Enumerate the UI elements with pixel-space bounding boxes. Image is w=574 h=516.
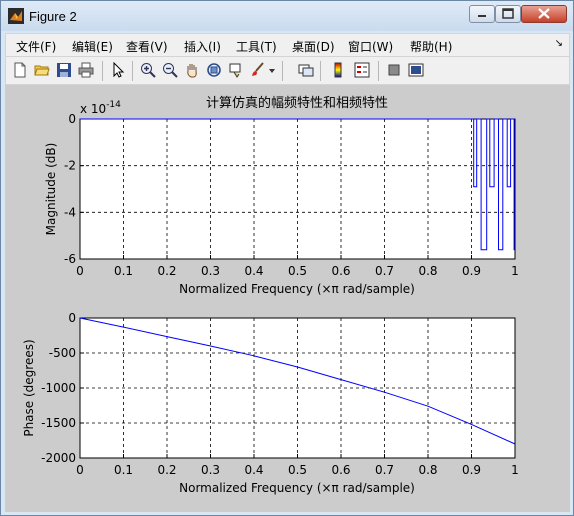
y-exponent-power: -14	[106, 100, 121, 110]
x-tick-label: 1	[511, 463, 519, 477]
x-tick-label: 0.4	[244, 264, 263, 278]
figure-canvas: 0 0.1 0.2 0.3 0.4 0.5 0.6 0.7 0.8 0.9 1 0 -2 -4 -6 计算仿…	[5, 85, 570, 512]
menu-overflow-icon[interactable]: ↘	[555, 38, 563, 49]
colorbar-icon[interactable]	[332, 62, 348, 78]
y-exponent-label: x 10-14	[80, 100, 121, 116]
y-tick-label: -6	[64, 252, 76, 266]
figure-window: Figure 2 文件(F) 编辑(E) 查看(V) 插入(I) 工具(T) 桌…	[0, 0, 574, 516]
x-tick-label: 0.1	[114, 463, 133, 477]
chart-title: 计算仿真的幅频特性和相频特性	[206, 95, 388, 111]
x-tick-label: 0.1	[114, 264, 133, 278]
brush-dropdown-icon[interactable]	[268, 62, 276, 78]
legend-icon[interactable]	[354, 62, 370, 78]
pan-hand-icon[interactable]	[184, 62, 200, 78]
plots-svg: 0 0.1 0.2 0.3 0.4 0.5 0.6 0.7 0.8 0.9 1 0 -2 -4 -6 计算仿…	[22, 95, 519, 495]
menu-view[interactable]: 查看(V)	[126, 38, 168, 55]
menu-bar: 文件(F) 编辑(E) 查看(V) 插入(I) 工具(T) 桌面(D) 窗口(W…	[5, 33, 570, 57]
x-tick-label: 0.2	[157, 264, 176, 278]
x-tick-label: 0.2	[157, 463, 176, 477]
menu-help[interactable]: 帮助(H)	[410, 38, 452, 55]
pointer-icon[interactable]	[110, 62, 126, 78]
menu-insert[interactable]: 插入(I)	[184, 38, 221, 55]
zoom-in-icon[interactable]	[140, 62, 156, 78]
toolbar-separator	[282, 61, 283, 81]
magnitude-axes[interactable]: 0 0.1 0.2 0.3 0.4 0.5 0.6 0.7 0.8 0.9 1 0 -2 -4 -6 计算仿…	[44, 95, 519, 296]
toolbar-separator	[378, 61, 379, 81]
x-tick-label: 0.9	[462, 264, 481, 278]
x-tick-label: 0.8	[418, 463, 437, 477]
minimize-icon	[478, 15, 486, 17]
x-tick-label: 0.5	[288, 463, 307, 477]
open-folder-icon[interactable]	[34, 62, 50, 78]
save-icon[interactable]	[56, 62, 72, 78]
y-tick-label: -4	[64, 205, 76, 219]
y-tick-label: 0	[68, 112, 76, 126]
new-file-icon[interactable]	[12, 62, 28, 78]
window-title: Figure 2	[29, 9, 77, 24]
x-tick-label: 0.9	[462, 463, 481, 477]
hide-plot-tools-icon[interactable]	[386, 62, 402, 78]
zoom-out-icon[interactable]	[162, 62, 178, 78]
minimize-button[interactable]	[469, 5, 495, 23]
toolbar-separator	[320, 61, 321, 81]
x-tick-label: 0	[76, 264, 84, 278]
toolbar-separator	[132, 61, 133, 81]
toolbar-separator	[102, 61, 103, 81]
menu-edit[interactable]: 编辑(E)	[72, 38, 113, 55]
show-plot-tools-icon[interactable]	[408, 62, 424, 78]
matlab-app-icon	[8, 8, 24, 24]
figure-toolbar	[5, 57, 570, 85]
menu-file[interactable]: 文件(F)	[16, 38, 56, 55]
x-tick-label: 1	[511, 264, 519, 278]
x-tick-label: 0	[76, 463, 84, 477]
y-tick-label: 0	[68, 311, 76, 325]
x-axis-label: Normalized Frequency (×π rad/sample)	[179, 282, 415, 296]
y-tick-label: -1500	[41, 416, 76, 430]
close-button[interactable]	[521, 5, 567, 23]
x-tick-label: 0.3	[201, 264, 220, 278]
y-axis-label: Magnitude (dB)	[44, 143, 58, 236]
y-tick-label: -500	[49, 346, 76, 360]
y-tick-label: -2000	[41, 451, 76, 465]
menu-window[interactable]: 窗口(W)	[348, 38, 393, 55]
close-icon	[538, 8, 550, 19]
maximize-button[interactable]	[495, 5, 521, 23]
print-icon[interactable]	[78, 62, 94, 78]
title-bar[interactable]: Figure 2	[1, 1, 573, 31]
y-tick-label: -1000	[41, 381, 76, 395]
menu-desktop[interactable]: 桌面(D)	[292, 38, 335, 55]
x-tick-label: 0.6	[331, 463, 350, 477]
y-tick-label: -2	[64, 159, 76, 173]
y-exponent-base: x 10	[80, 102, 106, 116]
x-tick-label: 0.7	[375, 264, 394, 278]
x-tick-label: 0.5	[288, 264, 307, 278]
x-tick-label: 0.3	[201, 463, 220, 477]
x-axis-label: Normalized Frequency (×π rad/sample)	[179, 481, 415, 495]
link-plot-icon[interactable]	[298, 62, 314, 78]
y-axis-label: Phase (degrees)	[22, 339, 36, 436]
x-tick-label: 0.4	[244, 463, 263, 477]
menu-tools[interactable]: 工具(T)	[236, 38, 277, 55]
x-tick-label: 0.6	[331, 264, 350, 278]
data-cursor-icon[interactable]	[228, 62, 244, 78]
rotate-3d-icon[interactable]	[206, 62, 222, 78]
phase-axes[interactable]: 0 0.1 0.2 0.3 0.4 0.5 0.6 0.7 0.8 0.9 1 0 -500 -1000 -…	[22, 311, 519, 495]
maximize-icon	[502, 8, 514, 19]
x-tick-label: 0.8	[418, 264, 437, 278]
brush-icon[interactable]	[250, 62, 266, 78]
x-tick-label: 0.7	[375, 463, 394, 477]
